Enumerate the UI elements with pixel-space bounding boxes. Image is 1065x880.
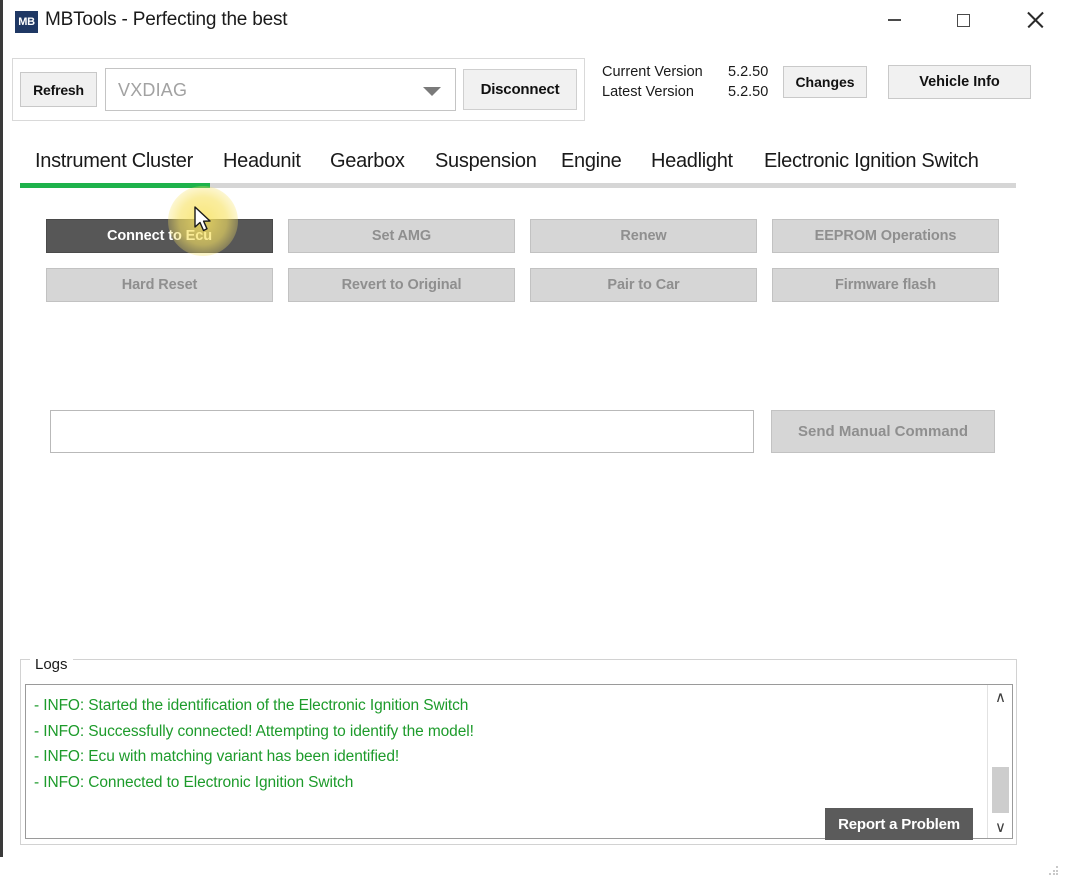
log-line: - INFO: Started the identification of th… [34,697,469,714]
logs-legend: Logs [30,656,73,673]
tab-electronic-ignition-switch[interactable]: Electronic Ignition Switch [764,150,979,173]
latest-version-row: Latest Version 5.2.50 [602,82,768,102]
close-button[interactable] [1011,4,1058,36]
refresh-button[interactable]: Refresh [20,72,97,107]
eeprom-operations-button: EEPROM Operations [772,219,999,253]
manual-command-input[interactable] [50,410,754,453]
tab-gearbox[interactable]: Gearbox [330,150,405,173]
tab-engine[interactable]: Engine [561,150,622,173]
chevron-up-icon[interactable]: ∧ [988,685,1012,708]
pair-to-car-button: Pair to Car [530,268,757,302]
title-bar: MB MBTools - Perfecting the best [3,0,1065,44]
tab-bar: Instrument Cluster Headunit Gearbox Suspens… [20,150,1020,180]
tab-active-indicator [20,183,210,188]
tab-headlight[interactable]: Headlight [651,150,733,173]
current-version-value: 5.2.50 [728,64,769,80]
chevron-down-icon [423,87,441,96]
resize-grip[interactable] [1049,866,1059,876]
revert-to-original-button: Revert to Original [288,268,515,302]
application-window: MB MBTools - Perfecting the best Refresh… [0,0,1065,880]
latest-version-label: Latest Version [602,84,694,100]
close-icon [1026,11,1044,29]
logs-scrollbar[interactable]: ∧ ∨ [987,685,1012,838]
tab-headunit[interactable]: Headunit [223,150,301,173]
maximize-button[interactable] [940,4,987,36]
window-title: MBTools - Perfecting the best [45,9,288,30]
scrollbar-thumb[interactable] [992,767,1009,813]
device-select-value: VXDIAG [118,80,188,100]
app-logo-icon: MB [15,11,38,33]
window-left-edge [0,0,3,857]
log-line: - INFO: Ecu with matching variant has be… [34,748,400,765]
current-version-row: Current Version 5.2.50 [602,62,768,82]
disconnect-button[interactable]: Disconnect [463,69,577,110]
log-line: - INFO: Successfully connected! Attempti… [34,722,474,740]
minimize-button[interactable] [871,4,918,36]
minimize-icon [888,19,901,21]
send-manual-command-button[interactable]: Send Manual Command [771,410,995,453]
report-a-problem-button[interactable]: Report a Problem [825,808,973,840]
set-amg-button: Set AMG [288,219,515,253]
logs-content: - INFO: Started the identification of th… [34,693,984,795]
renew-button: Renew [530,219,757,253]
firmware-flash-button: Firmware flash [772,268,999,302]
log-line: - INFO: Connected to Electronic Ignition… [34,773,354,791]
hard-reset-button: Hard Reset [46,268,273,302]
connect-to-ecu-button[interactable]: Connect to Ecu [46,219,273,253]
tab-instrument-cluster[interactable]: Instrument Cluster [35,150,193,173]
version-info: Current Version 5.2.50 Latest Version 5.… [602,62,768,102]
chevron-down-icon[interactable]: ∨ [988,815,1012,838]
changes-button[interactable]: Changes [783,66,867,98]
maximize-icon [957,13,970,27]
vehicle-info-button[interactable]: Vehicle Info [888,65,1031,99]
current-version-label: Current Version [602,64,703,80]
latest-version-value: 5.2.50 [728,84,769,100]
device-select[interactable]: VXDIAG [105,68,456,111]
tab-suspension[interactable]: Suspension [435,150,537,173]
